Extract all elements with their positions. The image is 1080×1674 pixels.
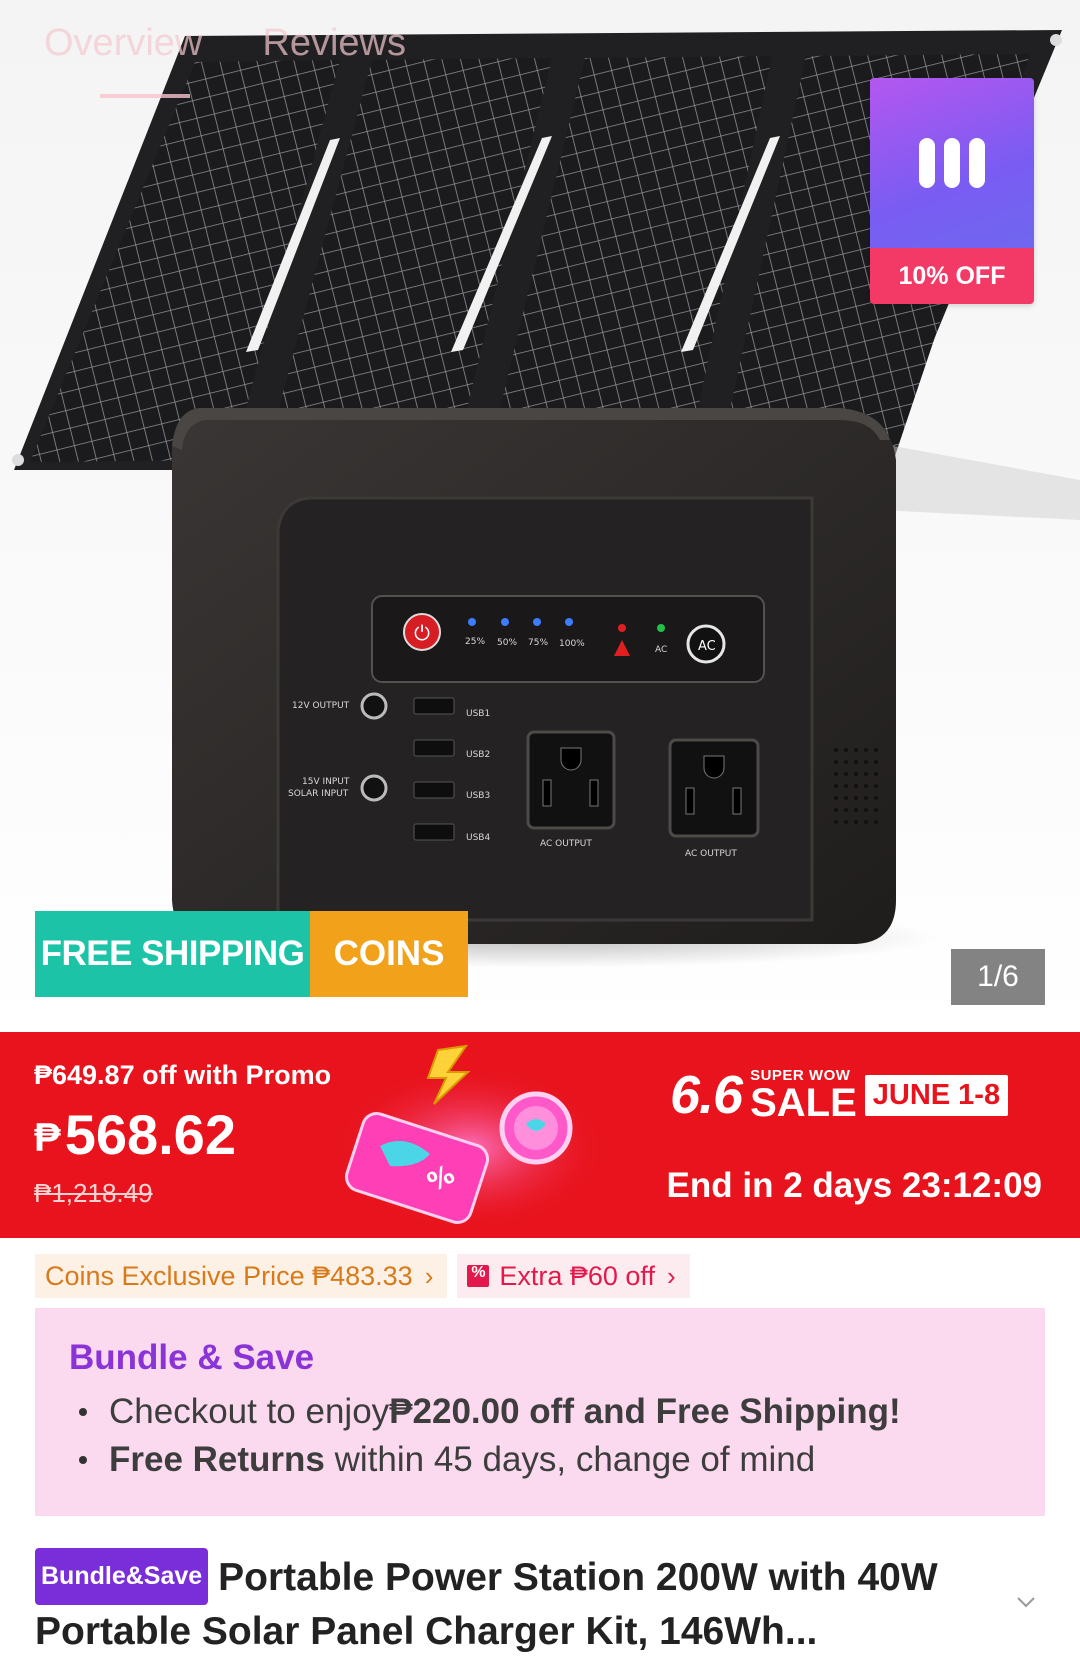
bundle-save-tag: Bundle&Save <box>35 1548 209 1605</box>
usb2-label: USB2 <box>466 750 490 760</box>
coins-label: COINS <box>310 911 468 997</box>
promo-discount-text: ₱649.87 off with Promo <box>34 1060 332 1090</box>
chevron-down-icon[interactable] <box>1016 1592 1036 1612</box>
led-label-50: 50% <box>497 638 517 648</box>
bundle-benefit-1: Checkout to enjoy ₱220.00 off and Free S… <box>79 1392 901 1432</box>
image-counter: 1/6 <box>951 949 1045 1005</box>
sale-text: SALE <box>750 1080 857 1125</box>
12v-output-label: 12V OUTPUT <box>292 701 350 711</box>
usb4-label: USB4 <box>466 833 490 843</box>
product-image-carousel[interactable]: Overview Reviews ⏻ 25% 50% 75% 100% AC A… <box>0 0 1080 1032</box>
bundle-benefit-2: Free Returns within 45 days, change of m… <box>79 1440 815 1480</box>
currency-symbol: ₱ <box>34 1116 61 1160</box>
promo-illustration: % <box>330 1044 610 1233</box>
sale-logo: 6.6 SUPER WOW SALE JUNE 1-8 <box>670 1064 1009 1126</box>
15v-input-label: 15V INPUT <box>302 777 350 787</box>
bundle-save-box[interactable]: Bundle & Save Checkout to enjoy ₱220.00 … <box>35 1308 1045 1516</box>
bullet-icon <box>79 1456 87 1464</box>
discount-label: 10% OFF <box>870 248 1034 304</box>
extra-discount-chip[interactable]: Extra ₱60 off › <box>457 1254 690 1298</box>
free-shipping-label: FREE SHIPPING <box>35 911 310 997</box>
product-title[interactable]: Bundle&Save Portable Power Station 200W w… <box>35 1548 1015 1658</box>
ac-output-label-2: AC OUTPUT <box>685 849 737 859</box>
solar-input-label: SOLAR INPUT <box>288 789 349 799</box>
sale-number: 6.6 <box>670 1065 743 1125</box>
ac-output-label-1: AC OUTPUT <box>540 839 592 849</box>
voucher-icon <box>467 1264 490 1287</box>
chevron-right-icon: › <box>424 1260 434 1291</box>
bars-icon <box>870 78 1034 248</box>
original-price: ₱1,218.49 <box>34 1178 153 1208</box>
bundle-title: Bundle & Save <box>69 1338 315 1377</box>
usb3-label: USB3 <box>466 791 490 801</box>
chevron-right-icon: › <box>666 1260 676 1291</box>
section-tabs: Overview Reviews <box>44 22 406 65</box>
extra-discount-label: Extra ₱60 off <box>499 1260 655 1291</box>
led-label-100: 100% <box>559 639 585 649</box>
sale-dates: JUNE 1-8 <box>864 1074 1009 1116</box>
coins-exclusive-label: Coins Exclusive Price ₱483.33 <box>45 1260 413 1291</box>
ac-button-label: AC <box>698 639 716 654</box>
coins-exclusive-price-chip[interactable]: Coins Exclusive Price ₱483.33 › <box>35 1254 448 1298</box>
led-label-25: 25% <box>465 637 485 647</box>
flash-sale-banner[interactable]: ₱649.87 off with Promo ₱ 568.62 ₱1,218.4… <box>0 1032 1080 1238</box>
current-price-value: 568.62 <box>64 1103 236 1166</box>
usb1-label: USB1 <box>466 709 490 719</box>
shipping-coins-badge: FREE SHIPPING COINS <box>35 911 468 997</box>
ac-led-label: AC <box>655 645 667 655</box>
discount-badge: 10% OFF <box>870 78 1034 304</box>
current-price: ₱ 568.62 <box>34 1102 236 1167</box>
bullet-icon <box>79 1408 87 1416</box>
tab-overview[interactable]: Overview <box>44 22 202 65</box>
led-label-75: 75% <box>528 638 548 648</box>
tab-underline <box>100 94 190 98</box>
tab-reviews[interactable]: Reviews <box>262 22 406 65</box>
svg-text:⏻: ⏻ <box>414 621 430 645</box>
voucher-chips: Coins Exclusive Price ₱483.33 › Extra ₱6… <box>35 1254 690 1298</box>
countdown-timer: End in 2 days 23:12:09 <box>666 1166 1042 1205</box>
